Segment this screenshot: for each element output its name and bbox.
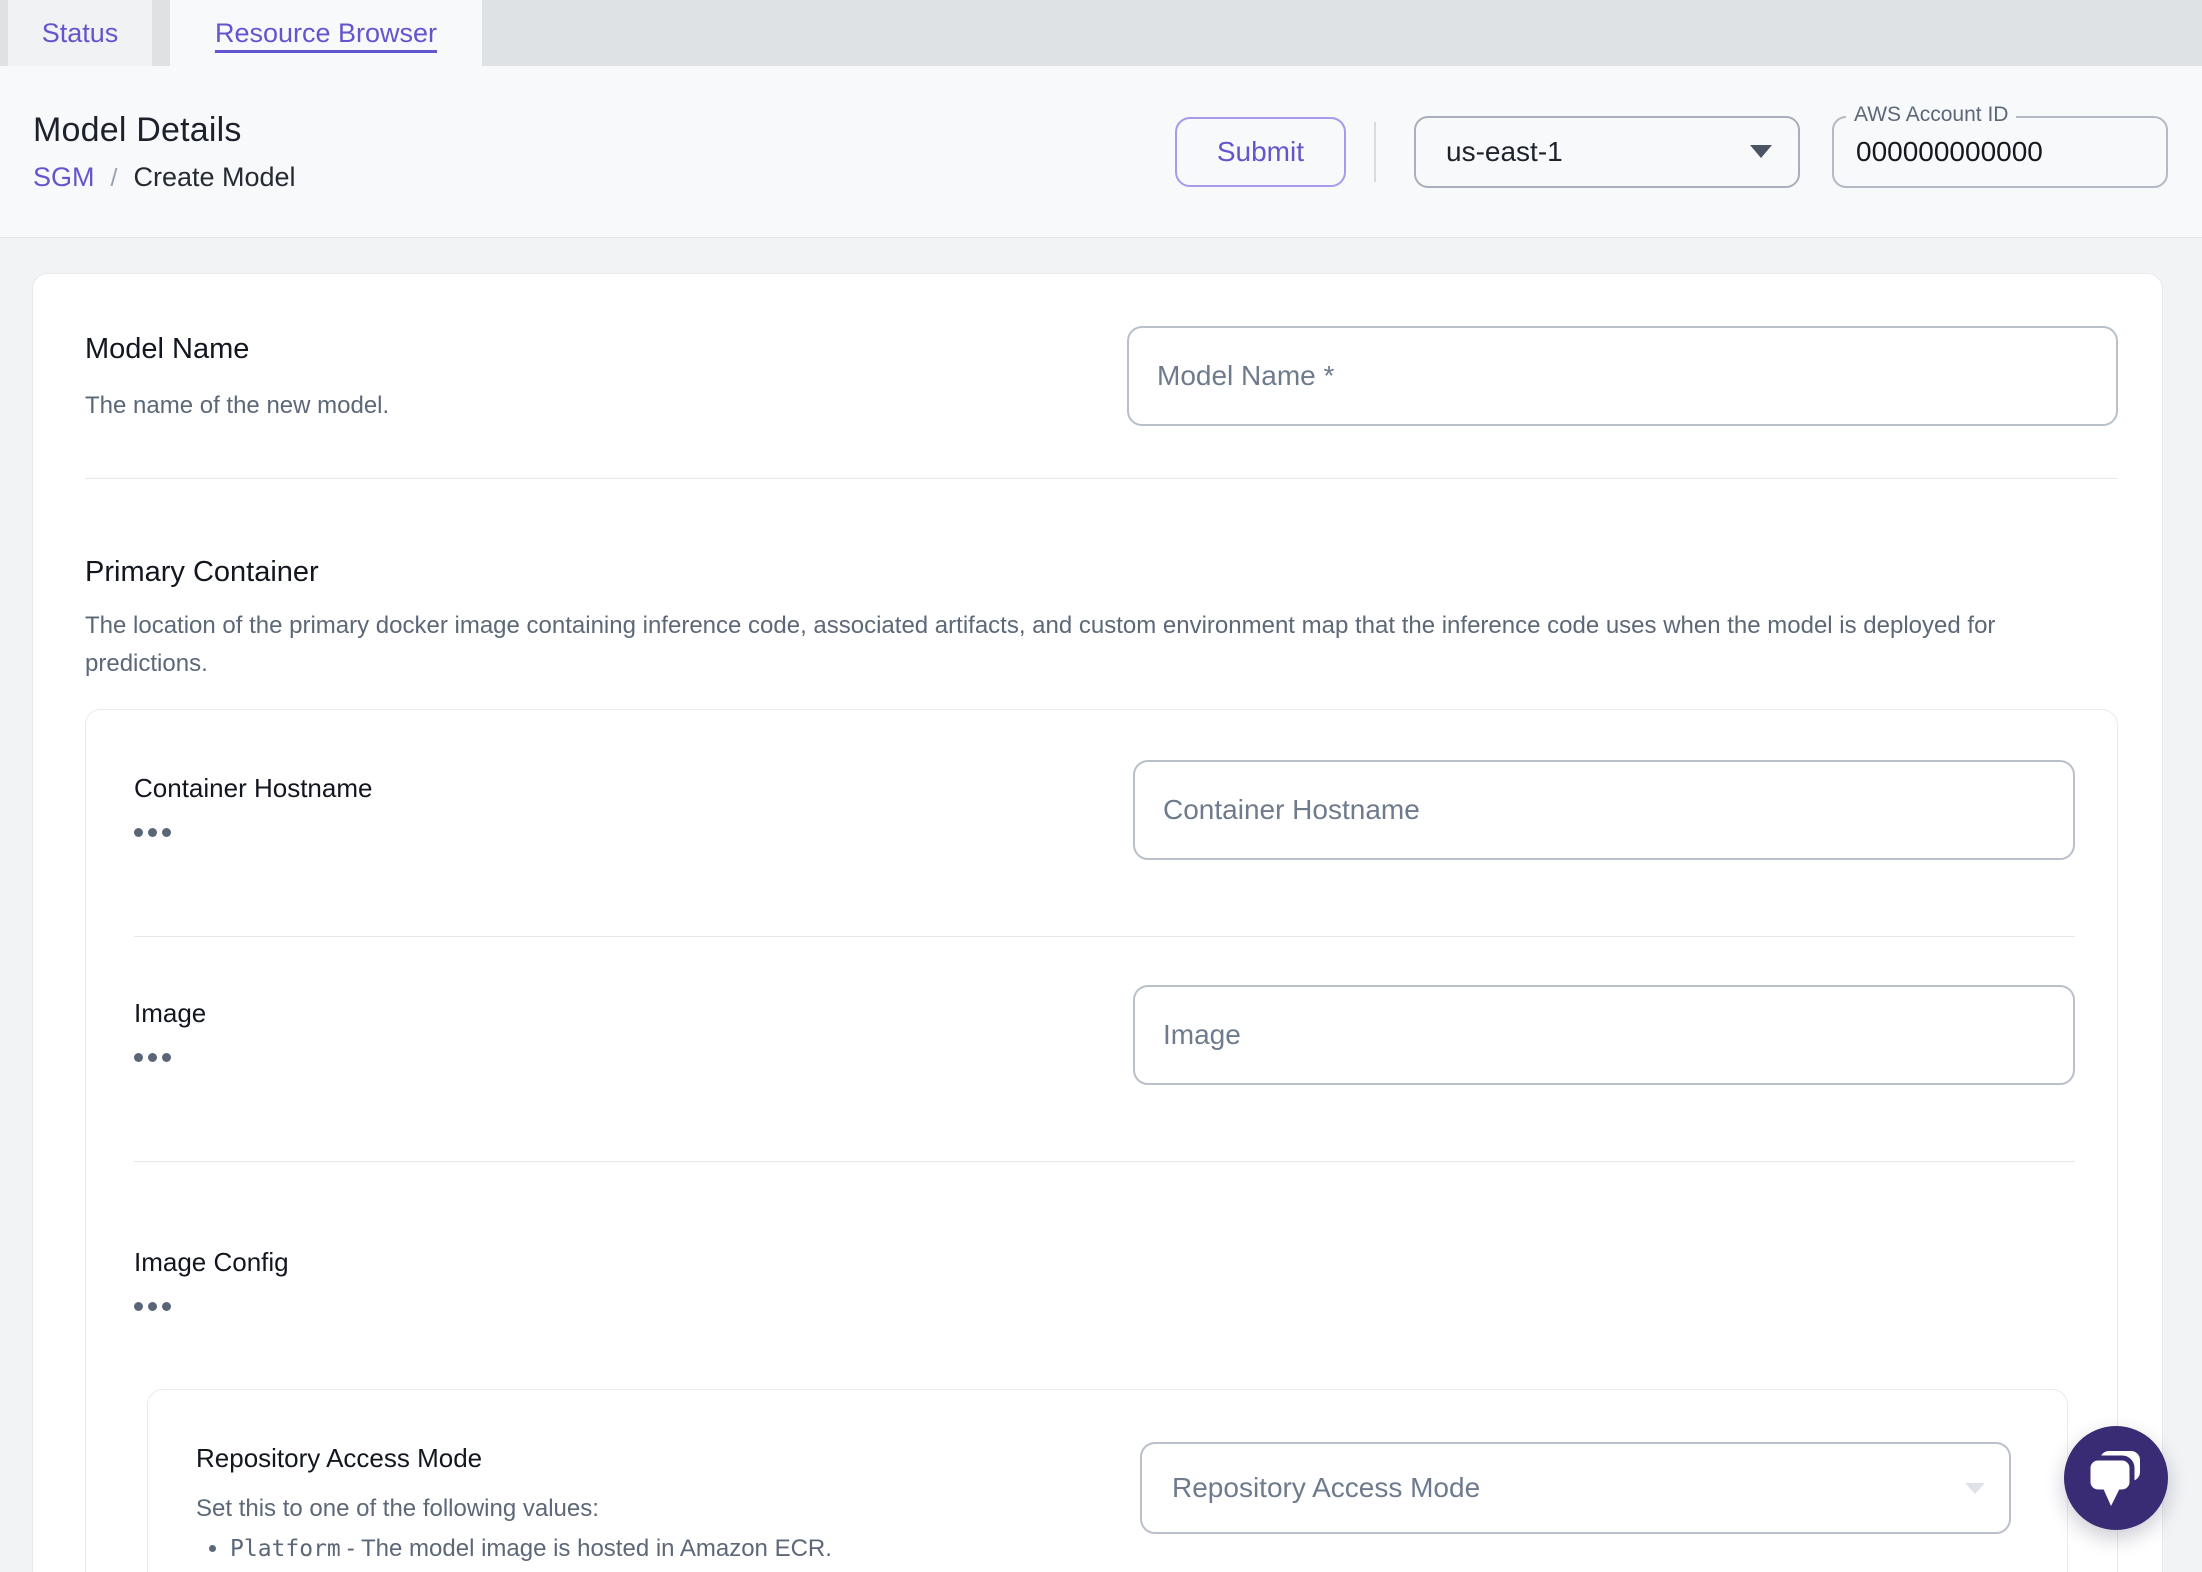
page-header: Model Details SGM / Create Model Submit … [0, 66, 2202, 238]
option-platform-text: - The model image is hosted in Amazon EC… [346, 1535, 832, 1562]
tab-status-label: Status [41, 17, 119, 48]
image-config-label: Image Config [134, 1247, 289, 1277]
region-select[interactable]: us-east-1 [1414, 115, 1800, 188]
ellipsis-icon [148, 828, 157, 837]
submit-button[interactable]: Submit [1174, 116, 1346, 187]
ellipsis-icon [148, 1302, 157, 1311]
header-left: Model Details SGM / Create Model [33, 111, 296, 193]
row-divider [134, 1161, 2075, 1162]
primary-container-section: Primary Container The location of the pr… [85, 555, 2118, 1572]
option-platform: Platform- The model image is hosted in A… [230, 1532, 1013, 1566]
chat-bubbles-icon [2086, 1451, 2140, 1506]
expand-ellipsis-button[interactable] [134, 828, 171, 837]
image-input[interactable] [1133, 985, 2075, 1085]
tab-bar: Status Resource Browser [0, 0, 2202, 66]
repository-access-mode-info: Repository Access Mode Set this to one o… [196, 1442, 1013, 1572]
image-config-section: Image Config [134, 1234, 2075, 1311]
tab-resource-browser-label: Resource Browser [214, 17, 438, 48]
repository-access-mode-placeholder: Repository Access Mode [1172, 1472, 1481, 1503]
header-actions: Submit us-east-1 AWS Account ID [1174, 102, 2168, 188]
aws-account-id-input[interactable] [1834, 117, 2166, 186]
breadcrumb-separator: / [110, 163, 118, 192]
aws-account-id-field: AWS Account ID [1832, 102, 2168, 188]
aws-account-id-label: AWS Account ID [1846, 102, 2017, 127]
row-divider [85, 478, 2118, 479]
image-label: Image [134, 998, 207, 1028]
container-hostname-info: Container Hostname [134, 760, 372, 837]
chevron-down-icon [1750, 145, 1772, 158]
ellipsis-icon [148, 1053, 157, 1062]
repository-access-mode-card: Repository Access Mode Set this to one o… [147, 1389, 2068, 1572]
model-name-description: The name of the new model. [85, 392, 390, 419]
container-hostname-row: Container Hostname [134, 760, 2075, 860]
ellipsis-icon [162, 1302, 171, 1311]
ellipsis-icon [134, 1053, 143, 1062]
model-name-row: Model Name The name of the new model. [85, 326, 2118, 426]
breadcrumb: SGM / Create Model [33, 162, 296, 193]
option-platform-code: Platform [230, 1536, 341, 1562]
ellipsis-icon [162, 828, 171, 837]
breadcrumb-current: Create Model [133, 161, 296, 192]
ellipsis-icon [134, 1302, 143, 1311]
chat-widget-button[interactable] [2064, 1426, 2168, 1530]
repository-access-mode-options: Platform- The model image is hosted in A… [196, 1532, 1013, 1572]
app-window: Status Resource Browser Model Details SG… [0, 0, 2202, 1572]
tab-status[interactable]: Status [8, 0, 152, 66]
primary-container-card: Container Hostname Image [85, 709, 2118, 1572]
tab-resource-browser[interactable]: Resource Browser [170, 0, 482, 66]
ellipsis-icon [162, 1053, 171, 1062]
model-name-info: Model Name The name of the new model. [85, 326, 389, 420]
repository-access-mode-select[interactable]: Repository Access Mode [1140, 1442, 2011, 1534]
header-divider [1374, 121, 1376, 182]
primary-container-label: Primary Container [85, 556, 319, 588]
breadcrumb-root-link[interactable]: SGM [33, 162, 95, 193]
repository-access-mode-label: Repository Access Mode [196, 1443, 483, 1473]
model-details-card: Model Name The name of the new model. Pr… [32, 273, 2163, 1572]
expand-ellipsis-button[interactable] [134, 1302, 171, 1311]
region-select-value: us-east-1 [1446, 135, 1563, 167]
content-area: Model Name The name of the new model. Pr… [0, 238, 2202, 1572]
chevron-down-icon [1965, 1482, 1985, 1494]
expand-ellipsis-button[interactable] [134, 1053, 171, 1062]
page-title: Model Details [33, 110, 242, 149]
row-divider [134, 936, 2075, 937]
repository-access-mode-description: Set this to one of the following values: [196, 1495, 599, 1522]
container-hostname-label: Container Hostname [134, 773, 373, 803]
ellipsis-icon [134, 828, 143, 837]
model-name-label: Model Name [85, 333, 250, 365]
model-name-input[interactable] [1127, 326, 2118, 426]
primary-container-description: The location of the primary docker image… [85, 612, 1996, 677]
image-row: Image [134, 985, 2075, 1085]
container-hostname-input[interactable] [1133, 760, 2075, 860]
image-info: Image [134, 985, 206, 1062]
